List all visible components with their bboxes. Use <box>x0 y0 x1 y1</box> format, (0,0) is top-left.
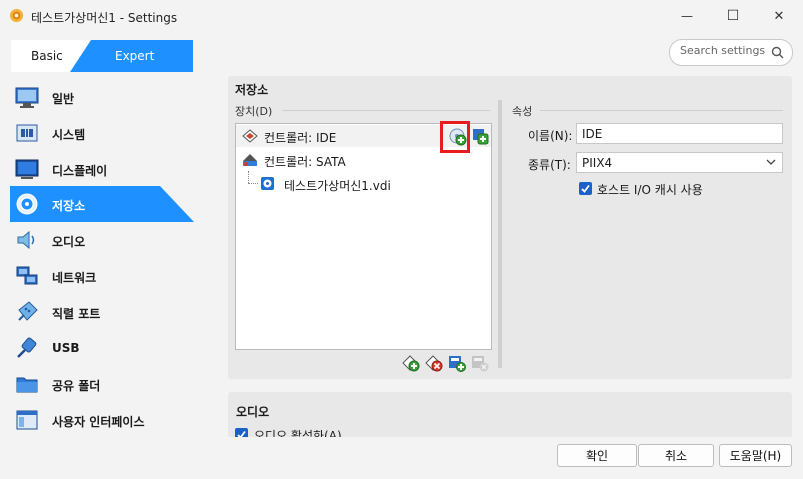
add-controller-icon[interactable] <box>402 354 420 372</box>
pane-splitter[interactable] <box>498 100 502 368</box>
name-input[interactable]: IDE <box>576 123 783 144</box>
sidebar-item-user-interface[interactable]: 사용자 인터페이스 <box>10 402 194 438</box>
sidebar-item-general[interactable]: 일반 <box>10 79 194 115</box>
sidebar-item-label: 일반 <box>52 92 75 106</box>
sidebar-item-label: 디스플레이 <box>52 164 108 178</box>
host-io-cache-label: 호스트 I/O 캐시 사용 <box>597 183 703 197</box>
storage-device-tree[interactable]: 컨트롤러: IDE 컨트롤러: SATA 테스트가상머신1.vdi <box>235 123 492 350</box>
tab-basic-label: Basic <box>31 49 63 63</box>
shared-folder-icon <box>16 377 38 393</box>
maximize-icon: ☐ <box>726 8 740 24</box>
attributes-divider <box>540 110 783 111</box>
storage-section-title: 저장소 <box>235 83 269 97</box>
tree-row-label: 테스트가상머신1.vdi <box>284 179 391 193</box>
type-select-value: PIIX4 <box>582 156 613 170</box>
add-attachment-icon[interactable] <box>448 354 466 372</box>
system-chip-icon <box>16 124 38 142</box>
general-monitor-icon <box>15 87 39 108</box>
remove-controller-icon[interactable] <box>425 354 443 372</box>
serial-port-icon <box>18 301 38 321</box>
ide-controller-icon <box>242 129 258 143</box>
highlight-box <box>440 121 470 153</box>
display-monitor-icon <box>15 159 39 179</box>
close-button[interactable]: ✕ <box>756 0 802 32</box>
name-label: 이름(N): <box>528 129 573 143</box>
sata-controller-icon <box>243 154 257 166</box>
window-title: 테스트가상머신1 - Settings <box>31 11 178 25</box>
minimize-button[interactable]: — <box>664 0 710 32</box>
sidebar-item-label: 공유 폴더 <box>52 379 101 393</box>
sidebar-item-display[interactable]: 디스플레이 <box>10 151 194 187</box>
cancel-button[interactable]: 취소 <box>638 444 714 467</box>
devices-group-label: 장치(D) <box>235 105 273 118</box>
audio-speaker-icon <box>17 230 35 250</box>
sidebar-item-label: 시스템 <box>52 128 86 142</box>
sidebar-item-network[interactable]: 네트워크 <box>10 258 194 294</box>
sidebar-item-audio[interactable]: 오디오 <box>10 222 194 258</box>
sidebar-item-label: 사용자 인터페이스 <box>52 415 145 429</box>
vdi-disk-icon <box>261 177 274 190</box>
virtualbox-app-icon <box>9 8 24 23</box>
tree-row-label: 컨트롤러: SATA <box>264 155 346 169</box>
sidebar-item-label: USB <box>52 341 80 355</box>
search-input[interactable] <box>680 44 766 57</box>
chevron-down-icon <box>766 159 776 165</box>
sidebar-item-storage[interactable]: 저장소 <box>10 186 194 222</box>
usb-icon <box>17 337 37 358</box>
name-input-value: IDE <box>582 127 603 141</box>
tree-row-vdi-disk[interactable]: 테스트가상머신1.vdi <box>236 173 491 195</box>
devices-divider <box>282 110 490 111</box>
tab-expert-label: Expert <box>115 49 155 63</box>
title-bar: 테스트가상머신1 - Settings — ☐ ✕ <box>0 0 803 32</box>
close-icon: ✕ <box>773 8 785 24</box>
settings-sidebar: 일반 시스템 디스플레이 저장소 오디오 네트워크 직렬 포트 USB 공유 폴… <box>0 77 200 447</box>
type-select[interactable]: PIIX4 <box>576 152 783 173</box>
minimize-icon: — <box>681 9 693 23</box>
sidebar-item-label: 저장소 <box>52 199 86 213</box>
help-button[interactable]: 도움말(H) <box>719 444 792 467</box>
sidebar-item-label: 네트워크 <box>52 271 97 285</box>
sidebar-item-usb[interactable]: USB <box>10 330 194 366</box>
sidebar-item-label: 오디오 <box>52 235 86 249</box>
remove-attachment-icon <box>472 356 489 372</box>
search-icon <box>771 46 784 59</box>
sidebar-item-shared-folders[interactable]: 공유 폴더 <box>10 366 194 402</box>
audio-section-title: 오디오 <box>236 405 270 419</box>
audio-panel: 오디오 오디오 활성화(A) <box>228 392 792 438</box>
storage-disk-icon <box>16 193 38 215</box>
attributes-group-label: 속성 <box>512 105 533 118</box>
sidebar-item-label: 직렬 포트 <box>52 307 101 321</box>
host-io-cache-checkbox[interactable] <box>579 182 592 195</box>
search-box[interactable] <box>669 39 793 66</box>
add-hard-disk-icon[interactable] <box>471 127 489 145</box>
maximize-button[interactable]: ☐ <box>710 0 756 32</box>
type-label: 종류(T): <box>528 158 571 172</box>
network-icon <box>16 266 38 285</box>
ok-button[interactable]: 확인 <box>557 444 637 467</box>
user-interface-icon <box>16 410 38 430</box>
tree-row-label: 컨트롤러: IDE <box>264 131 337 145</box>
checkmark-icon <box>581 184 590 193</box>
sidebar-item-system[interactable]: 시스템 <box>10 115 194 151</box>
tab-expert[interactable]: Expert <box>70 40 193 72</box>
sidebar-item-serial-port[interactable]: 직렬 포트 <box>10 294 194 330</box>
